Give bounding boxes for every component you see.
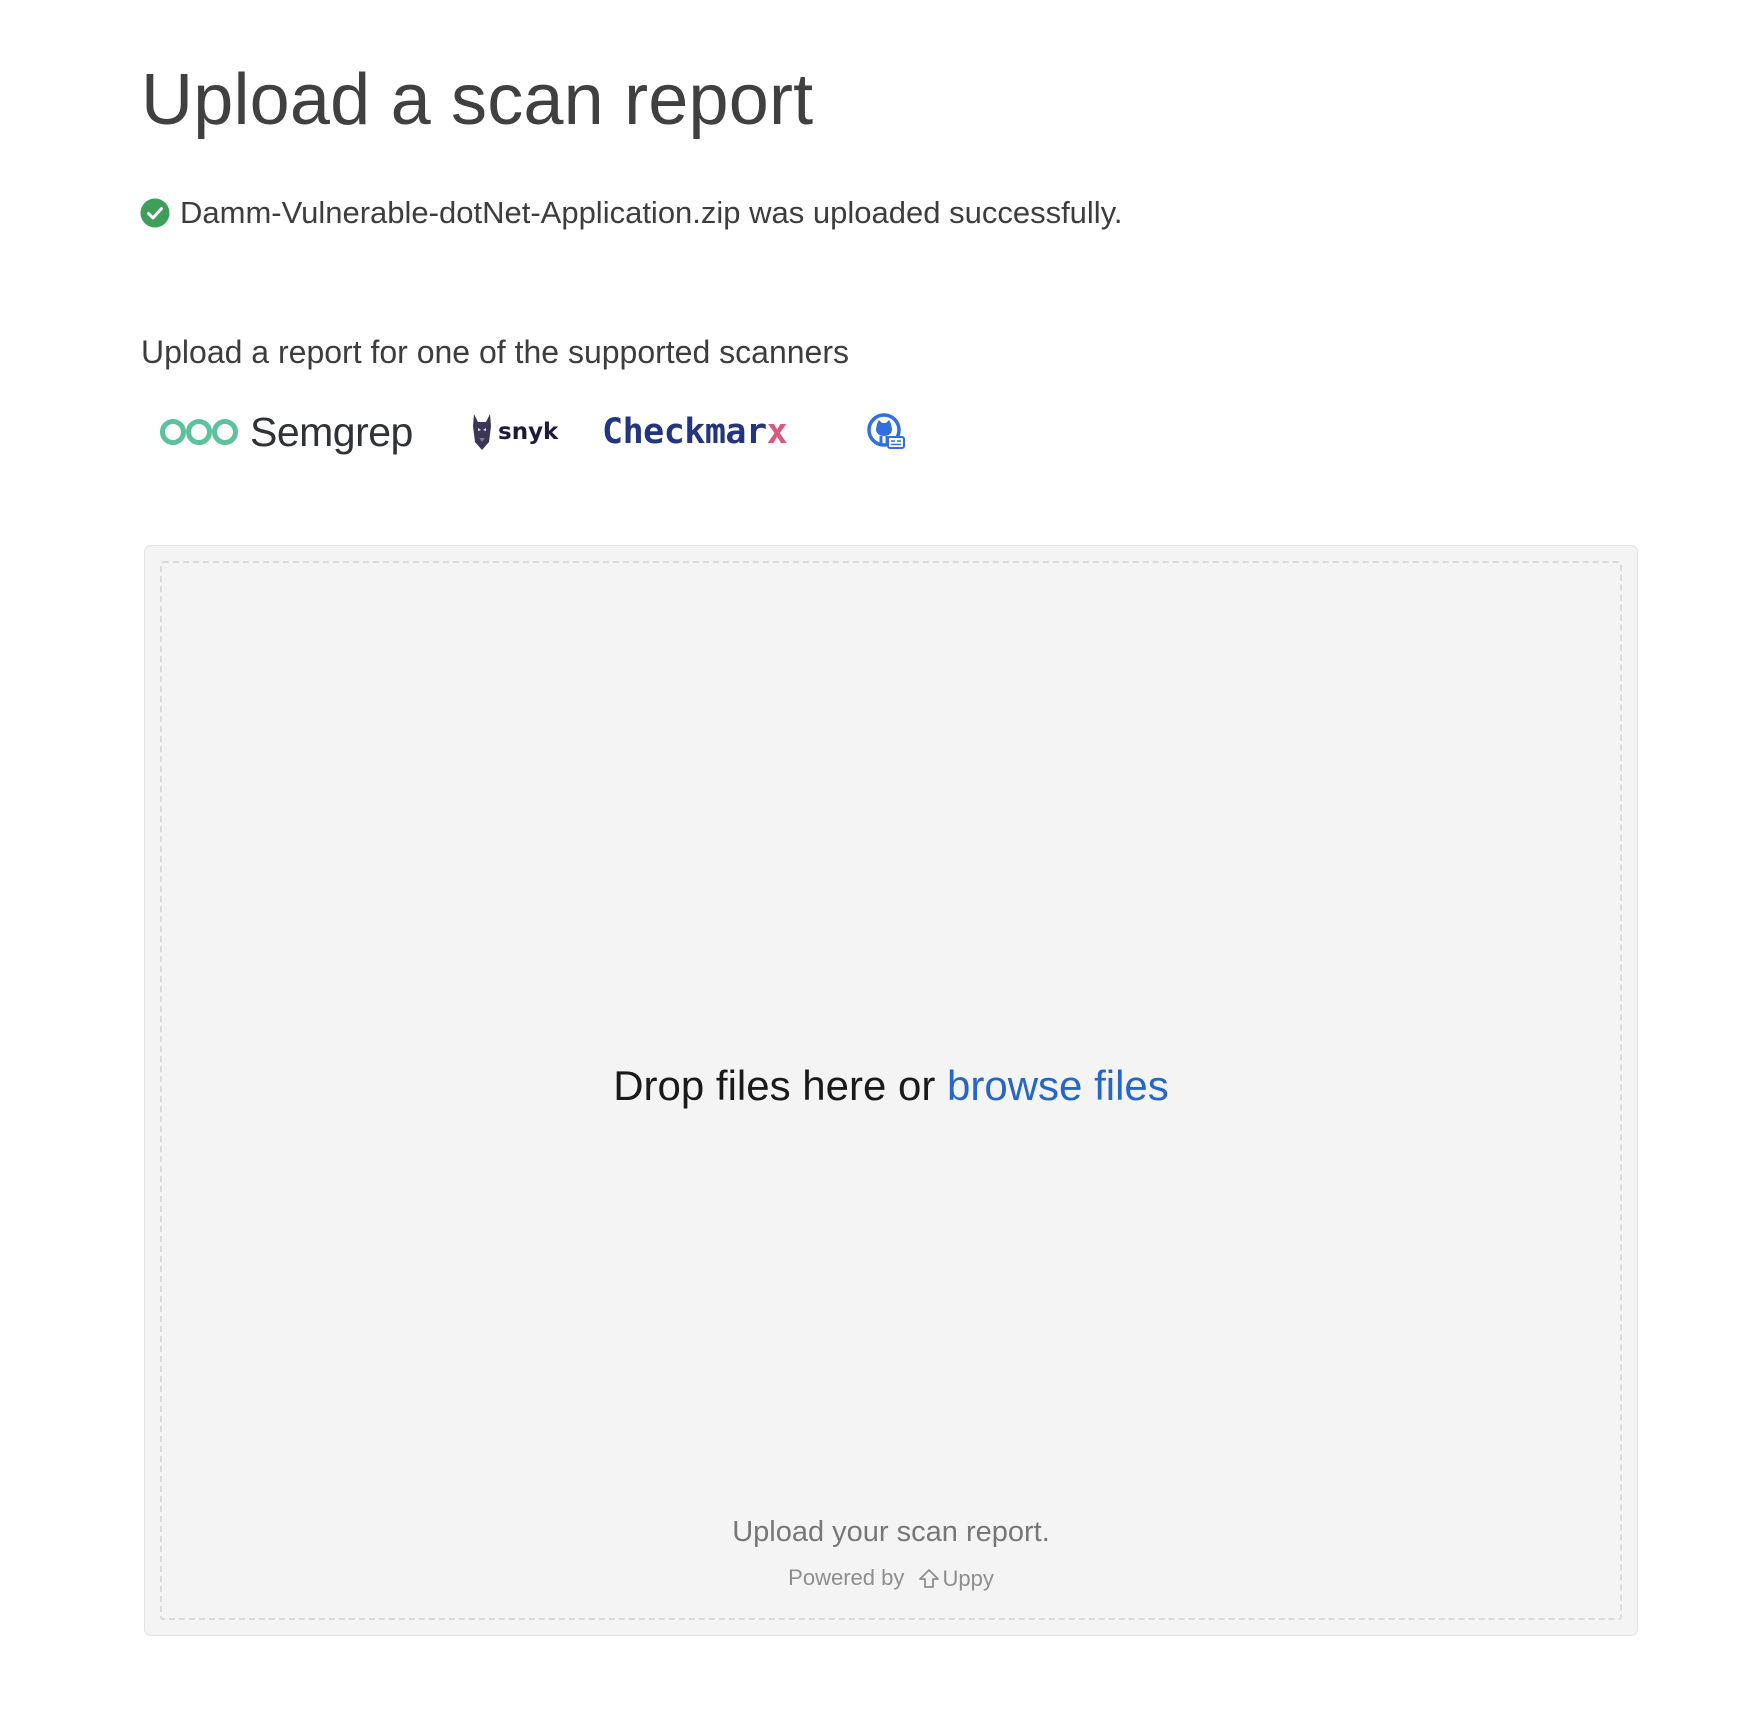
powered-by-label: Powered by (788, 1565, 905, 1590)
drop-prompt-text: Drop files here or (613, 1062, 948, 1109)
semgrep-wordmark: Semgrep (250, 408, 413, 455)
drop-prompt: Drop files here or browse files (162, 1061, 1620, 1111)
uppy-brand-text: Uppy (942, 1566, 994, 1592)
browse-files-link[interactable]: browse files (947, 1062, 1169, 1109)
scanner-logos: Semgrep snyk Checkmar x (160, 400, 920, 464)
uppy-arrow-icon (919, 1569, 940, 1589)
success-text: Damm-Vulnerable-dotNet-Application.zip w… (180, 195, 1123, 230)
uppy-brand-link[interactable]: Uppy (910, 1564, 994, 1594)
check-circle-icon (140, 198, 170, 228)
upload-success-message: Damm-Vulnerable-dotNet-Application.zip w… (140, 193, 1123, 233)
semgrep-logo: Semgrep (160, 400, 413, 464)
checkmarx-wordmark: Checkmar (602, 412, 767, 452)
checkmarx-x-mark: x (766, 412, 788, 452)
semgrep-rings-icon (160, 419, 238, 445)
supported-scanners-label: Upload a report for one of the supported… (141, 334, 849, 370)
snyk-logo: snyk (470, 400, 558, 464)
powered-by-uppy: Powered by Uppy (162, 1563, 1620, 1594)
snyk-wordmark: snyk (498, 419, 559, 445)
file-dropzone[interactable]: Drop files here or browse files Upload y… (144, 545, 1638, 1636)
dropzone-note: Upload your scan report. (732, 1516, 1050, 1548)
checkmarx-logo: Checkmar x (602, 400, 788, 464)
github-code-scanning-logo (866, 400, 906, 464)
github-octocat-icon (867, 413, 905, 449)
snyk-dog-icon (473, 414, 491, 450)
page-title: Upload a scan report (141, 60, 814, 140)
dropzone-dashed-area[interactable]: Drop files here or browse files Upload y… (160, 561, 1622, 1620)
